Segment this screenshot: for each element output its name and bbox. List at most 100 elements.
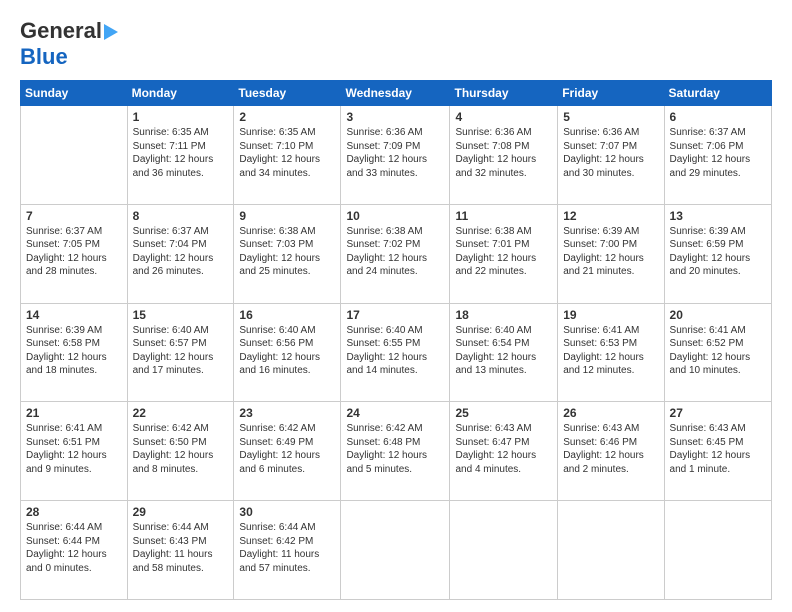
cell-info-text: Sunrise: 6:39 AM Sunset: 7:00 PM Dayligh… (563, 225, 658, 279)
cell-info-text: Sunrise: 6:42 AM Sunset: 6:48 PM Dayligh… (346, 422, 444, 476)
weekday-header-sunday: Sunday (21, 81, 128, 106)
cell-info-text: Sunrise: 6:39 AM Sunset: 6:58 PM Dayligh… (26, 324, 122, 378)
calendar-cell (558, 501, 664, 600)
cell-info-text: Sunrise: 6:37 AM Sunset: 7:04 PM Dayligh… (133, 225, 229, 279)
calendar-week-row: 7Sunrise: 6:37 AM Sunset: 7:05 PM Daylig… (21, 204, 772, 303)
calendar-cell: 13 Sunrise: 6:39 AM Sunset: 6:59 PM Dayli… (664, 204, 771, 303)
cell-info-text: Sunrise: 6:41 AM Sunset: 6:52 PM Dayligh… (670, 324, 766, 378)
cell-date-number: 13 (670, 209, 766, 223)
cell-date-number: 19 (563, 308, 658, 322)
calendar-table: SundayMondayTuesdayWednesdayThursdayFrid… (20, 80, 772, 600)
calendar-cell (450, 501, 558, 600)
calendar-cell (664, 501, 771, 600)
cell-date-number: 22 (133, 406, 229, 420)
weekday-header-saturday: Saturday (664, 81, 771, 106)
calendar-cell: 9 Sunrise: 6:38 AM Sunset: 7:03 PM Daylig… (234, 204, 341, 303)
cell-info-text: Sunrise: 6:44 AM Sunset: 6:42 PM Dayligh… (239, 521, 335, 575)
calendar-cell: 6 Sunrise: 6:37 AM Sunset: 7:06 PM Daylig… (664, 106, 771, 205)
cell-date-number: 27 (670, 406, 766, 420)
cell-info-text: Sunrise: 6:36 AM Sunset: 7:07 PM Dayligh… (563, 126, 658, 180)
weekday-header-row: SundayMondayTuesdayWednesdayThursdayFrid… (21, 81, 772, 106)
cell-date-number: 2 (239, 110, 335, 124)
calendar-cell: 29 Sunrise: 6:44 AM Sunset: 6:43 PM Dayli… (127, 501, 234, 600)
cell-date-number: 8 (133, 209, 229, 223)
calendar-cell: 25 Sunrise: 6:43 AM Sunset: 6:47 PM Dayli… (450, 402, 558, 501)
calendar-cell: 1 Sunrise: 6:35 AM Sunset: 7:11 PM Daylig… (127, 106, 234, 205)
cell-info-text: Sunrise: 6:37 AM Sunset: 7:06 PM Dayligh… (670, 126, 766, 180)
calendar-cell (341, 501, 450, 600)
cell-date-number: 14 (26, 308, 122, 322)
logo-blue: Blue (20, 44, 68, 69)
cell-date-number: 4 (455, 110, 552, 124)
cell-info-text: Sunrise: 6:42 AM Sunset: 6:49 PM Dayligh… (239, 422, 335, 476)
logo-text: General (20, 18, 118, 44)
calendar-week-row: 14 Sunrise: 6:39 AM Sunset: 6:58 PM Dayli… (21, 303, 772, 402)
cell-date-number: 26 (563, 406, 658, 420)
cell-date-number: 6 (670, 110, 766, 124)
calendar-cell: 2Sunrise: 6:35 AM Sunset: 7:10 PM Daylig… (234, 106, 341, 205)
cell-info-text: Sunrise: 6:41 AM Sunset: 6:51 PM Dayligh… (26, 422, 122, 476)
cell-info-text: Sunrise: 6:43 AM Sunset: 6:47 PM Dayligh… (455, 422, 552, 476)
calendar-cell: 27 Sunrise: 6:43 AM Sunset: 6:45 PM Dayli… (664, 402, 771, 501)
cell-date-number: 25 (455, 406, 552, 420)
calendar-cell: 3Sunrise: 6:36 AM Sunset: 7:09 PM Daylig… (341, 106, 450, 205)
cell-info-text: Sunrise: 6:35 AM Sunset: 7:11 PM Dayligh… (133, 126, 229, 180)
cell-info-text: Sunrise: 6:40 AM Sunset: 6:55 PM Dayligh… (346, 324, 444, 378)
cell-date-number: 29 (133, 505, 229, 519)
weekday-header-friday: Friday (558, 81, 664, 106)
calendar-cell: 22 Sunrise: 6:42 AM Sunset: 6:50 PM Dayli… (127, 402, 234, 501)
cell-info-text: Sunrise: 6:44 AM Sunset: 6:44 PM Dayligh… (26, 521, 122, 575)
cell-date-number: 23 (239, 406, 335, 420)
calendar-cell: 24Sunrise: 6:42 AM Sunset: 6:48 PM Dayli… (341, 402, 450, 501)
cell-info-text: Sunrise: 6:37 AM Sunset: 7:05 PM Dayligh… (26, 225, 122, 279)
weekday-header-monday: Monday (127, 81, 234, 106)
calendar-cell: 26 Sunrise: 6:43 AM Sunset: 6:46 PM Dayli… (558, 402, 664, 501)
cell-info-text: Sunrise: 6:43 AM Sunset: 6:46 PM Dayligh… (563, 422, 658, 476)
cell-date-number: 16 (239, 308, 335, 322)
cell-date-number: 15 (133, 308, 229, 322)
weekday-header-tuesday: Tuesday (234, 81, 341, 106)
cell-info-text: Sunrise: 6:43 AM Sunset: 6:45 PM Dayligh… (670, 422, 766, 476)
weekday-header-thursday: Thursday (450, 81, 558, 106)
cell-date-number: 11 (455, 209, 552, 223)
cell-info-text: Sunrise: 6:39 AM Sunset: 6:59 PM Dayligh… (670, 225, 766, 279)
cell-date-number: 3 (346, 110, 444, 124)
cell-info-text: Sunrise: 6:40 AM Sunset: 6:56 PM Dayligh… (239, 324, 335, 378)
cell-info-text: Sunrise: 6:44 AM Sunset: 6:43 PM Dayligh… (133, 521, 229, 575)
calendar-cell: 21 Sunrise: 6:41 AM Sunset: 6:51 PM Dayli… (21, 402, 128, 501)
cell-date-number: 12 (563, 209, 658, 223)
calendar-cell: 15 Sunrise: 6:40 AM Sunset: 6:57 PM Dayli… (127, 303, 234, 402)
cell-date-number: 10 (346, 209, 444, 223)
cell-info-text: Sunrise: 6:36 AM Sunset: 7:08 PM Dayligh… (455, 126, 552, 180)
cell-info-text: Sunrise: 6:42 AM Sunset: 6:50 PM Dayligh… (133, 422, 229, 476)
cell-date-number: 28 (26, 505, 122, 519)
calendar-cell: 17Sunrise: 6:40 AM Sunset: 6:55 PM Dayli… (341, 303, 450, 402)
weekday-header-wednesday: Wednesday (341, 81, 450, 106)
cell-info-text: Sunrise: 6:40 AM Sunset: 6:54 PM Dayligh… (455, 324, 552, 378)
calendar-cell: 30Sunrise: 6:44 AM Sunset: 6:42 PM Dayli… (234, 501, 341, 600)
calendar-cell: 5Sunrise: 6:36 AM Sunset: 7:07 PM Daylig… (558, 106, 664, 205)
calendar-week-row: 21 Sunrise: 6:41 AM Sunset: 6:51 PM Dayli… (21, 402, 772, 501)
calendar-cell: 14 Sunrise: 6:39 AM Sunset: 6:58 PM Dayli… (21, 303, 128, 402)
calendar-cell: 10 Sunrise: 6:38 AM Sunset: 7:02 PM Dayli… (341, 204, 450, 303)
calendar-cell (21, 106, 128, 205)
cell-date-number: 1 (133, 110, 229, 124)
calendar-cell: 16 Sunrise: 6:40 AM Sunset: 6:56 PM Dayli… (234, 303, 341, 402)
cell-date-number: 9 (239, 209, 335, 223)
logo: General Blue (20, 18, 118, 70)
calendar-cell: 4 Sunrise: 6:36 AM Sunset: 7:08 PM Daylig… (450, 106, 558, 205)
calendar-week-row: 28 Sunrise: 6:44 AM Sunset: 6:44 PM Dayli… (21, 501, 772, 600)
header: General Blue (20, 18, 772, 70)
calendar-cell: 19 Sunrise: 6:41 AM Sunset: 6:53 PM Dayli… (558, 303, 664, 402)
cell-date-number: 20 (670, 308, 766, 322)
calendar-cell: 11Sunrise: 6:38 AM Sunset: 7:01 PM Dayli… (450, 204, 558, 303)
calendar-cell: 23 Sunrise: 6:42 AM Sunset: 6:49 PM Dayli… (234, 402, 341, 501)
calendar-week-row: 1 Sunrise: 6:35 AM Sunset: 7:11 PM Daylig… (21, 106, 772, 205)
cell-info-text: Sunrise: 6:41 AM Sunset: 6:53 PM Dayligh… (563, 324, 658, 378)
cell-info-text: Sunrise: 6:38 AM Sunset: 7:02 PM Dayligh… (346, 225, 444, 279)
cell-date-number: 21 (26, 406, 122, 420)
calendar-cell: 20 Sunrise: 6:41 AM Sunset: 6:52 PM Dayli… (664, 303, 771, 402)
page: General Blue SundayMondayTuesdayWednesda… (0, 0, 792, 612)
cell-info-text: Sunrise: 6:40 AM Sunset: 6:57 PM Dayligh… (133, 324, 229, 378)
cell-info-text: Sunrise: 6:38 AM Sunset: 7:03 PM Dayligh… (239, 225, 335, 279)
